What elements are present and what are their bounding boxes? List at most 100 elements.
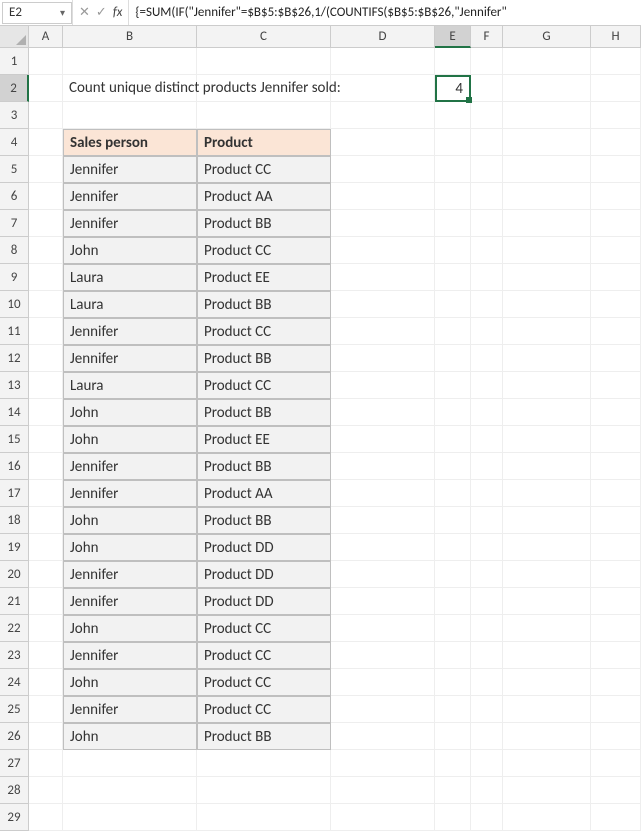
cell[interactable]	[591, 102, 641, 129]
cell[interactable]	[435, 453, 471, 480]
select-all-button[interactable]	[0, 26, 29, 47]
cell[interactable]	[503, 804, 591, 831]
row-header-2[interactable]: 2	[0, 75, 29, 102]
row-header-20[interactable]: 20	[0, 561, 29, 588]
cell[interactable]	[503, 696, 591, 723]
row-header-11[interactable]: 11	[0, 318, 29, 345]
row-header-10[interactable]: 10	[0, 291, 29, 318]
cell[interactable]	[503, 102, 591, 129]
row-header-16[interactable]: 16	[0, 453, 29, 480]
cell[interactable]	[63, 777, 197, 804]
row-header-22[interactable]: 22	[0, 615, 29, 642]
cell[interactable]	[331, 129, 435, 156]
cell[interactable]	[29, 291, 63, 318]
cell[interactable]	[29, 453, 63, 480]
cell[interactable]	[29, 102, 63, 129]
cell[interactable]	[435, 318, 471, 345]
cell[interactable]	[331, 804, 435, 831]
cell[interactable]	[435, 642, 471, 669]
cell[interactable]	[435, 48, 471, 75]
table-header[interactable]: Sales person	[63, 129, 197, 156]
cell[interactable]	[331, 291, 435, 318]
cell[interactable]	[471, 48, 503, 75]
cell[interactable]	[591, 480, 641, 507]
col-header-c[interactable]: C	[197, 26, 331, 47]
cell[interactable]	[471, 777, 503, 804]
col-header-a[interactable]: A	[29, 26, 63, 47]
cell[interactable]	[63, 48, 197, 75]
cell[interactable]	[29, 345, 63, 372]
table-cell-product[interactable]: Product AA	[197, 480, 331, 507]
cell[interactable]	[503, 48, 591, 75]
table-cell-product[interactable]: Product BB	[197, 291, 331, 318]
table-cell-person[interactable]: John	[63, 399, 197, 426]
table-cell-person[interactable]: John	[63, 507, 197, 534]
table-cell-person[interactable]: Laura	[63, 291, 197, 318]
cell[interactable]	[29, 210, 63, 237]
col-header-b[interactable]: B	[63, 26, 197, 47]
cell[interactable]	[471, 534, 503, 561]
cell[interactable]	[331, 588, 435, 615]
cell[interactable]	[471, 291, 503, 318]
table-cell-person[interactable]: Laura	[63, 264, 197, 291]
name-box[interactable]: E2 ▾	[2, 2, 72, 24]
cell[interactable]	[471, 561, 503, 588]
cell[interactable]	[331, 480, 435, 507]
cell[interactable]	[331, 372, 435, 399]
table-cell-product[interactable]: Product CC	[197, 696, 331, 723]
table-cell-person[interactable]: Jennifer	[63, 696, 197, 723]
cell[interactable]	[503, 345, 591, 372]
cancel-icon[interactable]: ✕	[79, 5, 90, 20]
row-header-23[interactable]: 23	[0, 642, 29, 669]
cell[interactable]	[591, 345, 641, 372]
cell[interactable]	[29, 237, 63, 264]
cell[interactable]	[591, 804, 641, 831]
table-cell-product[interactable]: Product BB	[197, 210, 331, 237]
table-cell-product[interactable]: Product BB	[197, 453, 331, 480]
cell[interactable]	[591, 615, 641, 642]
spreadsheet-grid[interactable]: A B C D E F G H 12Count unique distinct …	[0, 26, 641, 831]
row-header-4[interactable]: 4	[0, 129, 29, 156]
cell[interactable]	[471, 615, 503, 642]
cell[interactable]	[331, 237, 435, 264]
cell[interactable]	[471, 210, 503, 237]
cell[interactable]	[591, 129, 641, 156]
table-cell-product[interactable]: Product BB	[197, 345, 331, 372]
cell[interactable]	[591, 453, 641, 480]
table-cell-product[interactable]: Product DD	[197, 588, 331, 615]
cell[interactable]	[591, 777, 641, 804]
cell[interactable]	[29, 426, 63, 453]
cell[interactable]	[591, 156, 641, 183]
cell[interactable]	[29, 48, 63, 75]
cell[interactable]	[591, 426, 641, 453]
cell[interactable]	[331, 102, 435, 129]
table-cell-person[interactable]: Jennifer	[63, 561, 197, 588]
cell[interactable]	[29, 804, 63, 831]
cell[interactable]	[435, 534, 471, 561]
cell[interactable]	[591, 750, 641, 777]
cell[interactable]	[197, 750, 331, 777]
cell[interactable]	[29, 642, 63, 669]
cell[interactable]	[503, 129, 591, 156]
row-header-21[interactable]: 21	[0, 588, 29, 615]
cell[interactable]	[591, 696, 641, 723]
cell[interactable]	[591, 264, 641, 291]
table-cell-person[interactable]: John	[63, 669, 197, 696]
cell[interactable]	[29, 615, 63, 642]
row-header-12[interactable]: 12	[0, 345, 29, 372]
row-header-27[interactable]: 27	[0, 750, 29, 777]
confirm-icon[interactable]: ✓	[96, 5, 107, 20]
cell[interactable]	[331, 642, 435, 669]
cell[interactable]	[29, 399, 63, 426]
cell[interactable]	[471, 696, 503, 723]
table-cell-person[interactable]: Jennifer	[63, 183, 197, 210]
row-header-28[interactable]: 28	[0, 777, 29, 804]
table-header[interactable]: Product	[197, 129, 331, 156]
cell[interactable]	[503, 426, 591, 453]
table-cell-person[interactable]: Jennifer	[63, 642, 197, 669]
cell[interactable]	[331, 264, 435, 291]
formula-input[interactable]: {=SUM(IF("Jennifer"=$B$5:$B$26,1/(COUNTI…	[129, 5, 641, 20]
row-header-5[interactable]: 5	[0, 156, 29, 183]
cell[interactable]	[331, 615, 435, 642]
cell[interactable]	[29, 723, 63, 750]
